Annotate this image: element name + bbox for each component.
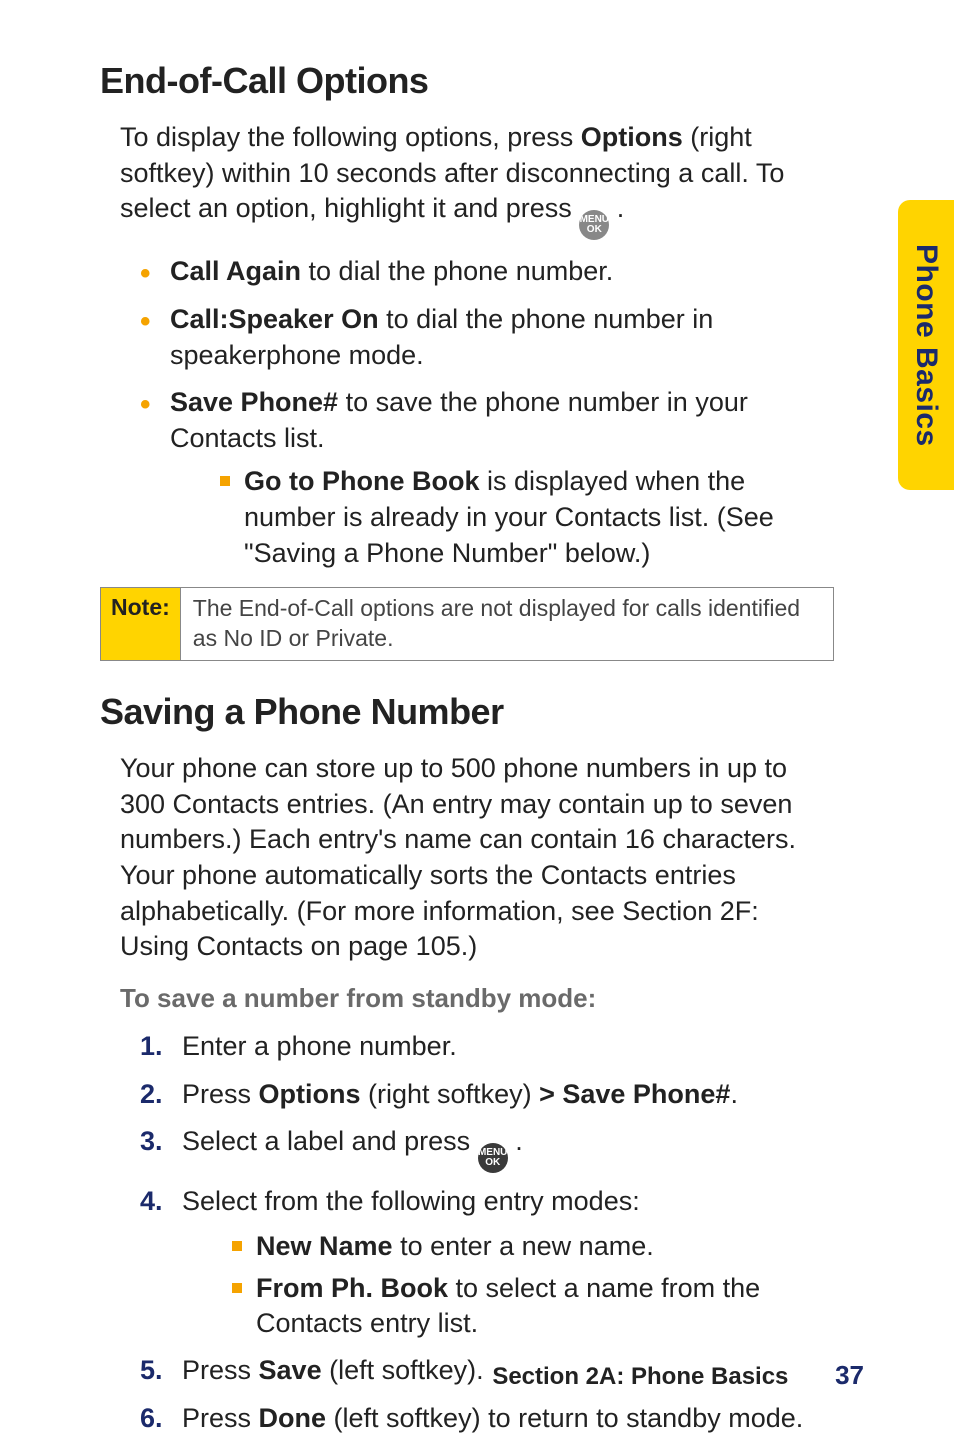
sub-bullet-list: New Name to enter a new name. From Ph. B… [182,1229,834,1342]
sub-bullet-bold: Go to Phone Book [244,466,480,496]
text: Press [182,1079,259,1109]
intro-paragraph-2: Your phone can store up to 500 phone num… [100,751,864,965]
save-phone-label: > Save Phone# [539,1079,730,1109]
text: Press [182,1403,259,1433]
step-item: Select a label and press MENU OK . [140,1123,834,1173]
step-item: Select from the following entry modes: N… [140,1183,834,1342]
text: To display the following options, press [120,122,581,152]
options-label: Options [259,1079,361,1109]
sub-bullet-item: From Ph. Book to select a name from the … [232,1271,834,1342]
text: Select a label and press [182,1126,478,1156]
bullet-item: Call:Speaker On to dial the phone number… [140,302,834,373]
sub-bullet-bold: New Name [256,1231,393,1261]
side-tab: Phone Basics [898,200,954,490]
menu-ok-icon: MENU OK [478,1143,508,1173]
subheading-save-number: To save a number from standby mode: [120,983,864,1014]
text: . [609,193,624,223]
sub-bullet-bold: From Ph. Book [256,1273,448,1303]
text: Select from the following entry modes: [182,1186,640,1216]
heading-saving-phone-number: Saving a Phone Number [100,691,864,733]
sub-bullet-item: New Name to enter a new name. [232,1229,834,1265]
bullet-bold: Call Again [170,256,301,286]
sub-bullet-rest: to enter a new name. [393,1231,654,1261]
footer-section: Section 2A: Phone Basics [492,1363,788,1390]
text: (right softkey) [361,1079,540,1109]
step-item: Enter a phone number. [140,1028,834,1066]
step-item: Press Done (left softkey) to return to s… [140,1400,834,1438]
bullet-item: Save Phone# to save the phone number in … [140,385,834,571]
note-box: Note: The End-of-Call options are not di… [100,587,834,661]
text: . [508,1126,523,1156]
text: (left softkey). [322,1355,484,1385]
done-label: Done [259,1403,327,1433]
bullet-item: Call Again to dial the phone number. [140,254,834,290]
footer-page-number: 37 [835,1360,864,1390]
save-label: Save [259,1355,322,1385]
page-footer: Section 2A: Phone Basics 37 [492,1360,864,1391]
options-label: Options [581,122,683,152]
side-tab-label: Phone Basics [909,244,943,447]
text: (left softkey) to return to standby mode… [326,1403,803,1433]
intro-paragraph-1: To display the following options, press … [100,120,864,240]
heading-end-of-call: End-of-Call Options [100,60,864,102]
bullet-bold: Call:Speaker On [170,304,379,334]
menu-ok-icon: MENU OK [579,210,609,240]
step-item: Press Options (right softkey) > Save Pho… [140,1076,834,1114]
sub-bullet-list: Go to Phone Book is displayed when the n… [170,464,834,571]
note-text: The End-of-Call options are not displaye… [181,588,833,660]
sub-bullet-item: Go to Phone Book is displayed when the n… [220,464,834,571]
bullet-bold: Save Phone# [170,387,338,417]
note-label: Note: [101,588,181,660]
text: Press [182,1355,259,1385]
bullet-rest: to dial the phone number. [301,256,613,286]
text: . [730,1079,738,1109]
bullet-list-1: Call Again to dial the phone number. Cal… [100,254,864,571]
